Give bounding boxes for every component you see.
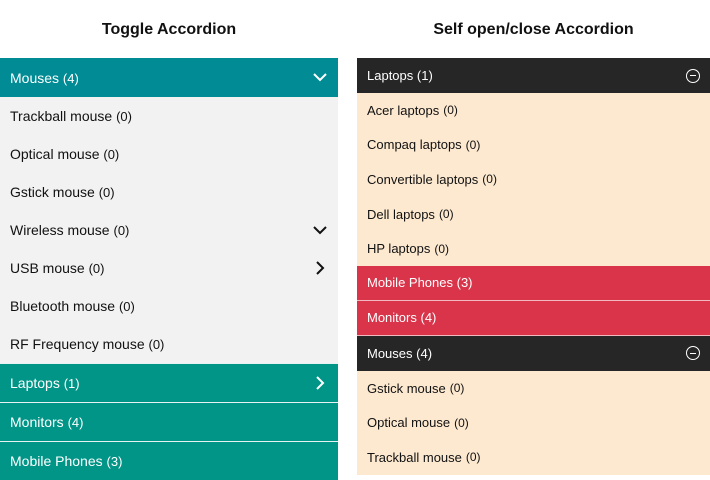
list-item[interactable]: Gstick mouse (0) [357, 371, 710, 406]
section-body-mouses: Gstick mouse (0) Optical mouse (0) Trackba… [357, 370, 710, 475]
section-header-mouses[interactable]: Mouses (4) [357, 335, 710, 371]
list-item[interactable]: Compaq laptops (0) [357, 128, 710, 163]
list-item[interactable]: Wireless mouse (0) [0, 211, 338, 249]
section-header-mobile-phones[interactable]: Mobile Phones (3) [357, 265, 710, 301]
collapse-minus-icon [686, 68, 700, 83]
self-accordion: Laptops (1) Acer laptops (0) Compaq lapto… [357, 58, 710, 475]
list-item[interactable]: Trackball mouse (0) [357, 440, 710, 475]
list-item[interactable]: Convertible laptops (0) [357, 162, 710, 197]
chevron-right-icon [312, 375, 328, 391]
self-accordion-title: Self open/close Accordion [433, 21, 634, 38]
list-item[interactable]: Dell laptops (0) [357, 197, 710, 232]
section-body-mouses: Trackball mouse (0) Optical mouse (0) Gs… [0, 97, 338, 363]
section-header-monitors[interactable]: Monitors (4) [357, 300, 710, 336]
section-header-laptops[interactable]: Laptops (1) [357, 58, 710, 93]
section-header-laptops[interactable]: Laptops (1) [0, 363, 338, 402]
list-item[interactable]: Acer laptops (0) [357, 93, 710, 128]
section-body-laptops: Acer laptops (0) Compaq laptops (0) Conver… [357, 93, 710, 266]
section-header-mouses[interactable]: Mouses (4) [0, 58, 338, 97]
toggle-accordion: Mouses (4) Trackball mouse (0) Optical m… [0, 58, 338, 480]
list-item[interactable]: Gstick mouse (0) [0, 173, 338, 211]
section-header-mobile-phones[interactable]: Mobile Phones (3) [0, 441, 338, 480]
chevron-right-icon [312, 260, 328, 276]
list-item[interactable]: Bluetooth mouse (0) [0, 287, 338, 325]
toggle-accordion-title: Toggle Accordion [101, 21, 237, 38]
list-item[interactable]: HP laptops (0) [357, 231, 710, 266]
chevron-down-icon [312, 222, 328, 238]
section-label: Mouses (4) [10, 69, 79, 86]
list-item[interactable]: Optical mouse (0) [0, 135, 338, 173]
list-item[interactable]: USB mouse (0) [0, 249, 338, 287]
list-item[interactable]: Trackball mouse (0) [0, 97, 338, 135]
list-item[interactable]: RF Frequency mouse (0) [0, 325, 338, 363]
chevron-down-icon [312, 70, 328, 86]
list-item[interactable]: Optical mouse (0) [357, 406, 710, 441]
section-header-monitors[interactable]: Monitors (4) [0, 402, 338, 441]
collapse-minus-icon [686, 346, 700, 361]
